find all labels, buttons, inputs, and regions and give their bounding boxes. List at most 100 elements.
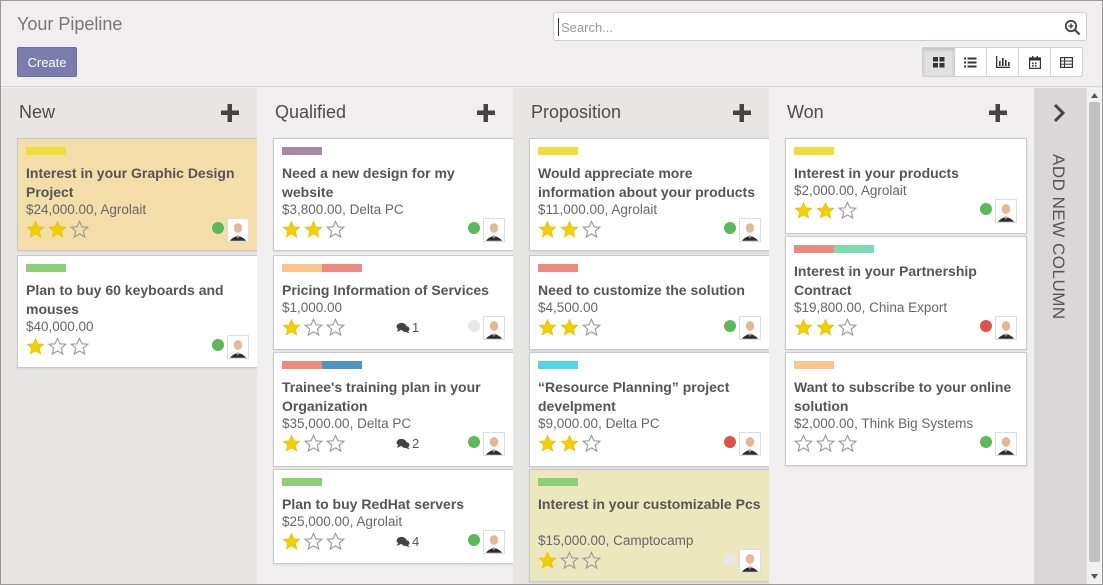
column-title[interactable]: Qualified — [275, 102, 346, 123]
star-empty-icon[interactable] — [48, 337, 67, 356]
star-empty-icon[interactable] — [838, 434, 857, 453]
add-card-icon[interactable] — [731, 102, 753, 124]
column-title[interactable]: Won — [787, 102, 824, 123]
opportunity-card[interactable]: Plan to buy RedHat servers $25,000.00, Ag… — [273, 469, 515, 564]
star-filled-icon[interactable] — [816, 201, 835, 220]
star-filled-icon[interactable] — [794, 201, 813, 220]
message-count[interactable]: 1 — [396, 320, 419, 335]
star-empty-icon[interactable] — [304, 434, 323, 453]
star-filled-icon[interactable] — [26, 337, 45, 356]
star-filled-icon[interactable] — [538, 434, 557, 453]
opportunity-card[interactable]: Would appreciate more information about … — [529, 138, 771, 251]
priority-stars[interactable] — [282, 318, 345, 337]
priority-stars[interactable] — [538, 220, 601, 239]
priority-stars[interactable] — [538, 551, 601, 570]
kanban-state-dot[interactable] — [212, 222, 224, 234]
add-new-column[interactable]: ADD NEW COLUMN — [1034, 88, 1086, 584]
priority-stars[interactable] — [282, 434, 345, 453]
opportunity-card[interactable]: Need to customize the solution $4,500.00 — [529, 255, 771, 350]
star-empty-icon[interactable] — [582, 434, 601, 453]
priority-stars[interactable] — [794, 434, 857, 453]
priority-stars[interactable] — [794, 201, 857, 220]
calendar-view-button[interactable] — [1018, 47, 1051, 77]
star-filled-icon[interactable] — [538, 220, 557, 239]
star-empty-icon[interactable] — [794, 434, 813, 453]
star-filled-icon[interactable] — [26, 220, 45, 239]
priority-stars[interactable] — [282, 220, 345, 239]
kanban-state-dot[interactable] — [468, 534, 480, 546]
search-icon[interactable] — [1064, 19, 1081, 36]
kanban-state-dot[interactable] — [468, 222, 480, 234]
star-filled-icon[interactable] — [282, 532, 301, 551]
message-count[interactable]: 4 — [396, 534, 419, 549]
scroll-down-icon[interactable] — [1090, 572, 1099, 581]
opportunity-card[interactable]: Interest in your customizable Pcs $15,000… — [529, 469, 771, 582]
priority-stars[interactable] — [26, 337, 89, 356]
priority-stars[interactable] — [282, 532, 345, 551]
star-empty-icon[interactable] — [326, 220, 345, 239]
column-title[interactable]: New — [19, 102, 55, 123]
opportunity-card[interactable]: Interest in your Graphic Design Project $… — [17, 138, 259, 251]
star-empty-icon[interactable] — [326, 434, 345, 453]
star-empty-icon[interactable] — [304, 532, 323, 551]
kanban-state-dot[interactable] — [468, 436, 480, 448]
priority-stars[interactable] — [538, 434, 601, 453]
search-input[interactable] — [558, 18, 1058, 36]
star-filled-icon[interactable] — [816, 318, 835, 337]
kanban-state-dot[interactable] — [724, 436, 736, 448]
list-view-button[interactable] — [954, 47, 987, 77]
star-filled-icon[interactable] — [282, 434, 301, 453]
opportunity-card[interactable]: Interest in your Partnership Contract $19… — [785, 236, 1027, 350]
kanban-state-dot[interactable] — [980, 203, 992, 215]
star-empty-icon[interactable] — [304, 318, 323, 337]
scroll-up-icon[interactable] — [1090, 91, 1099, 100]
star-filled-icon[interactable] — [538, 318, 557, 337]
opportunity-card[interactable]: Interest in your products $2,000.00, Agro… — [785, 138, 1027, 234]
star-filled-icon[interactable] — [282, 318, 301, 337]
star-filled-icon[interactable] — [304, 220, 323, 239]
scroll-thumb[interactable] — [1089, 102, 1100, 562]
star-filled-icon[interactable] — [538, 551, 557, 570]
opportunity-card[interactable]: Pricing Information of Services $1,000.00… — [273, 255, 515, 350]
star-empty-icon[interactable] — [70, 220, 89, 239]
star-filled-icon[interactable] — [560, 318, 579, 337]
star-filled-icon[interactable] — [48, 220, 67, 239]
kanban-state-dot[interactable] — [468, 320, 480, 332]
kanban-state-dot[interactable] — [980, 320, 992, 332]
star-filled-icon[interactable] — [282, 220, 301, 239]
message-count[interactable]: 2 — [396, 436, 419, 451]
kanban-view-button[interactable] — [922, 47, 955, 77]
kanban-state-dot[interactable] — [724, 553, 736, 565]
star-filled-icon[interactable] — [560, 434, 579, 453]
opportunity-card[interactable]: Need a new design for my website $3,800.0… — [273, 138, 515, 251]
star-empty-icon[interactable] — [582, 551, 601, 570]
column-title[interactable]: Proposition — [531, 102, 621, 123]
opportunity-card[interactable]: Want to subscribe to your online solutio… — [785, 352, 1027, 466]
opportunity-card[interactable]: Trainee's training plan in your Organiza… — [273, 352, 515, 467]
kanban-state-dot[interactable] — [212, 339, 224, 351]
graph-view-button[interactable] — [986, 47, 1019, 77]
star-empty-icon[interactable] — [326, 532, 345, 551]
star-empty-icon[interactable] — [838, 201, 857, 220]
kanban-state-dot[interactable] — [724, 222, 736, 234]
star-empty-icon[interactable] — [582, 318, 601, 337]
add-card-icon[interactable] — [475, 102, 497, 124]
star-empty-icon[interactable] — [70, 337, 89, 356]
star-empty-icon[interactable] — [326, 318, 345, 337]
vertical-scrollbar[interactable] — [1086, 88, 1102, 584]
kanban-state-dot[interactable] — [980, 436, 992, 448]
priority-stars[interactable] — [26, 220, 89, 239]
star-empty-icon[interactable] — [582, 220, 601, 239]
priority-stars[interactable] — [538, 318, 601, 337]
priority-stars[interactable] — [794, 318, 857, 337]
star-empty-icon[interactable] — [560, 551, 579, 570]
pivot-view-button[interactable] — [1050, 47, 1083, 77]
star-filled-icon[interactable] — [794, 318, 813, 337]
create-button[interactable]: Create — [17, 47, 77, 77]
star-empty-icon[interactable] — [838, 318, 857, 337]
star-filled-icon[interactable] — [560, 220, 579, 239]
add-card-icon[interactable] — [987, 102, 1009, 124]
add-card-icon[interactable] — [219, 102, 241, 124]
opportunity-card[interactable]: “Resource Planning” project develpment $9… — [529, 352, 771, 467]
star-empty-icon[interactable] — [816, 434, 835, 453]
